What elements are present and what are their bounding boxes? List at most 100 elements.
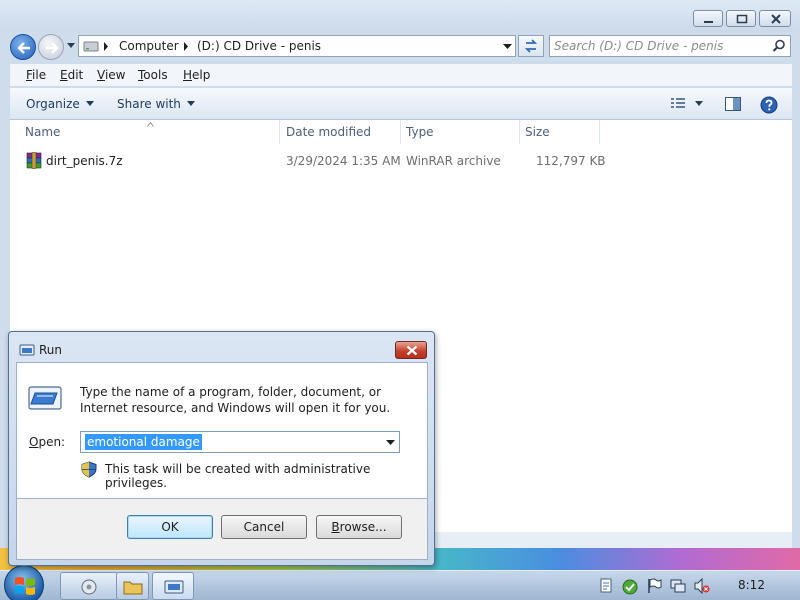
forward-button[interactable] xyxy=(38,34,64,60)
browse-rest: rowse... xyxy=(339,520,387,534)
share-with-button[interactable]: Share with xyxy=(117,97,195,111)
network-icon[interactable] xyxy=(670,578,686,594)
menu-label-rest: ile xyxy=(32,68,47,82)
run-title-icon xyxy=(19,344,35,356)
open-label: Open: xyxy=(29,435,66,449)
close-button[interactable] xyxy=(759,10,791,27)
menu-help[interactable]: Help xyxy=(183,68,210,82)
media-player-icon xyxy=(81,579,97,595)
column-header-name[interactable]: Name xyxy=(10,120,280,144)
search-icon[interactable] xyxy=(772,39,786,53)
cancel-button[interactable]: Cancel xyxy=(221,515,307,539)
menu-view[interactable]: View xyxy=(97,68,125,82)
menu-label-rest: dit xyxy=(67,68,84,82)
run-dialog: Run Type the name of a program, folder, … xyxy=(8,331,435,566)
file-date-modified: 3/29/2024 1:35 AM xyxy=(286,154,401,168)
search-box[interactable] xyxy=(549,35,791,57)
menu-edit[interactable]: Edit xyxy=(60,68,83,82)
menu-file[interactable]: File xyxy=(26,68,46,82)
run-dialog-body: Type the name of a program, folder, docu… xyxy=(16,362,428,499)
ok-button[interactable]: OK xyxy=(127,515,213,539)
column-header-type[interactable]: Type xyxy=(401,120,520,144)
maximize-button[interactable] xyxy=(726,10,756,27)
address-bar[interactable]: Computer (D:) CD Drive - penis xyxy=(78,35,516,57)
browse-button[interactable]: Browse... xyxy=(316,515,402,539)
close-icon xyxy=(406,345,418,356)
breadcrumb-separator-icon xyxy=(184,42,188,51)
restore-icon xyxy=(736,14,748,24)
taskbar-clock[interactable]: 8:12 xyxy=(738,578,765,592)
menu-tools[interactable]: Tools xyxy=(138,68,168,82)
tray-security-icon[interactable] xyxy=(621,578,639,596)
refresh-icon xyxy=(524,39,538,53)
minimize-icon xyxy=(704,21,713,23)
column-header-size-label: Size xyxy=(525,125,550,139)
refresh-button[interactable] xyxy=(518,35,544,57)
taskbar-explorer-button[interactable] xyxy=(116,572,149,600)
folder-icon xyxy=(123,581,143,595)
start-button[interactable] xyxy=(4,565,44,600)
minimize-button[interactable] xyxy=(693,10,723,27)
column-header-size[interactable]: Size xyxy=(520,120,600,144)
admin-privileges-note: This task will be created with administr… xyxy=(105,462,371,490)
browse-accel: B xyxy=(331,520,340,534)
file-type: WinRAR archive xyxy=(406,154,501,168)
action-center-flag-icon[interactable] xyxy=(646,578,662,594)
run-close-button[interactable] xyxy=(395,341,427,359)
taskbar-run-button[interactable] xyxy=(152,572,194,600)
close-icon xyxy=(771,14,781,24)
run-dialog-title: Run xyxy=(39,343,63,357)
menu-accel-letter: H xyxy=(183,68,193,82)
search-input[interactable] xyxy=(554,38,766,54)
column-header-date-modified[interactable]: Date modified xyxy=(280,120,401,144)
arrow-right-icon xyxy=(46,42,59,54)
menu-label-rest: ools xyxy=(143,68,168,82)
navigation-bar: Computer (D:) CD Drive - penis xyxy=(0,32,800,62)
breadcrumb-separator-icon xyxy=(104,42,108,51)
winrar-archive-icon xyxy=(26,152,42,169)
drive-icon xyxy=(83,41,99,52)
chevron-down-icon[interactable] xyxy=(386,440,395,446)
run-dialog-footer: OK Cancel Browse... xyxy=(16,499,428,560)
column-header-type-label: Type xyxy=(406,125,434,139)
column-header-name-label: Name xyxy=(25,125,61,139)
organize-label: Organize xyxy=(26,97,80,111)
view-options-icon[interactable] xyxy=(670,96,704,112)
open-label-text: pen: xyxy=(38,435,66,449)
share-with-label: Share with xyxy=(117,97,181,111)
menu-accel-letter: V xyxy=(97,68,105,82)
run-open-input[interactable]: emotional damage xyxy=(85,434,202,450)
run-program-icon xyxy=(164,580,184,594)
table-row[interactable]: dirt_penis.7z 3/29/2024 1:35 AM WinRAR a… xyxy=(10,150,792,172)
chevron-down-icon xyxy=(85,101,94,106)
tray-document-icon[interactable] xyxy=(600,578,612,594)
uac-shield-icon xyxy=(81,461,97,478)
breadcrumb-cd-drive[interactable]: (D:) CD Drive - penis xyxy=(197,39,321,53)
address-dropdown-icon[interactable] xyxy=(503,44,512,50)
chevron-down-icon xyxy=(186,101,195,106)
menu-label-rest: elp xyxy=(192,68,211,82)
windows-logo-icon xyxy=(15,577,35,595)
help-icon[interactable] xyxy=(760,96,778,114)
file-name: dirt_penis.7z xyxy=(46,154,123,168)
menu-bar: File Edit View Tools Help xyxy=(10,64,792,86)
command-bar: Organize Share with xyxy=(10,88,792,120)
explorer-titlebar[interactable] xyxy=(0,0,800,32)
sort-ascending-icon xyxy=(147,122,154,127)
breadcrumb-computer[interactable]: Computer xyxy=(119,39,179,53)
run-program-icon xyxy=(28,386,62,410)
column-header-date-label: Date modified xyxy=(286,125,372,139)
recent-pages-dropdown[interactable] xyxy=(66,42,76,50)
back-button[interactable] xyxy=(10,34,36,60)
volume-muted-icon[interactable] xyxy=(694,578,710,594)
preview-pane-icon[interactable] xyxy=(724,96,742,112)
taskbar: 8:12 xyxy=(0,565,800,600)
run-open-combobox[interactable]: emotional damage xyxy=(80,431,400,453)
run-description: Type the name of a program, folder, docu… xyxy=(80,385,391,415)
file-size: 112,797 KB xyxy=(536,154,606,168)
arrow-left-icon xyxy=(17,42,30,54)
menu-label-rest: iew xyxy=(104,68,126,82)
taskbar-media-player-button[interactable] xyxy=(60,572,118,600)
organize-button[interactable]: Organize xyxy=(26,97,94,111)
menu-accel-letter: E xyxy=(60,68,68,82)
